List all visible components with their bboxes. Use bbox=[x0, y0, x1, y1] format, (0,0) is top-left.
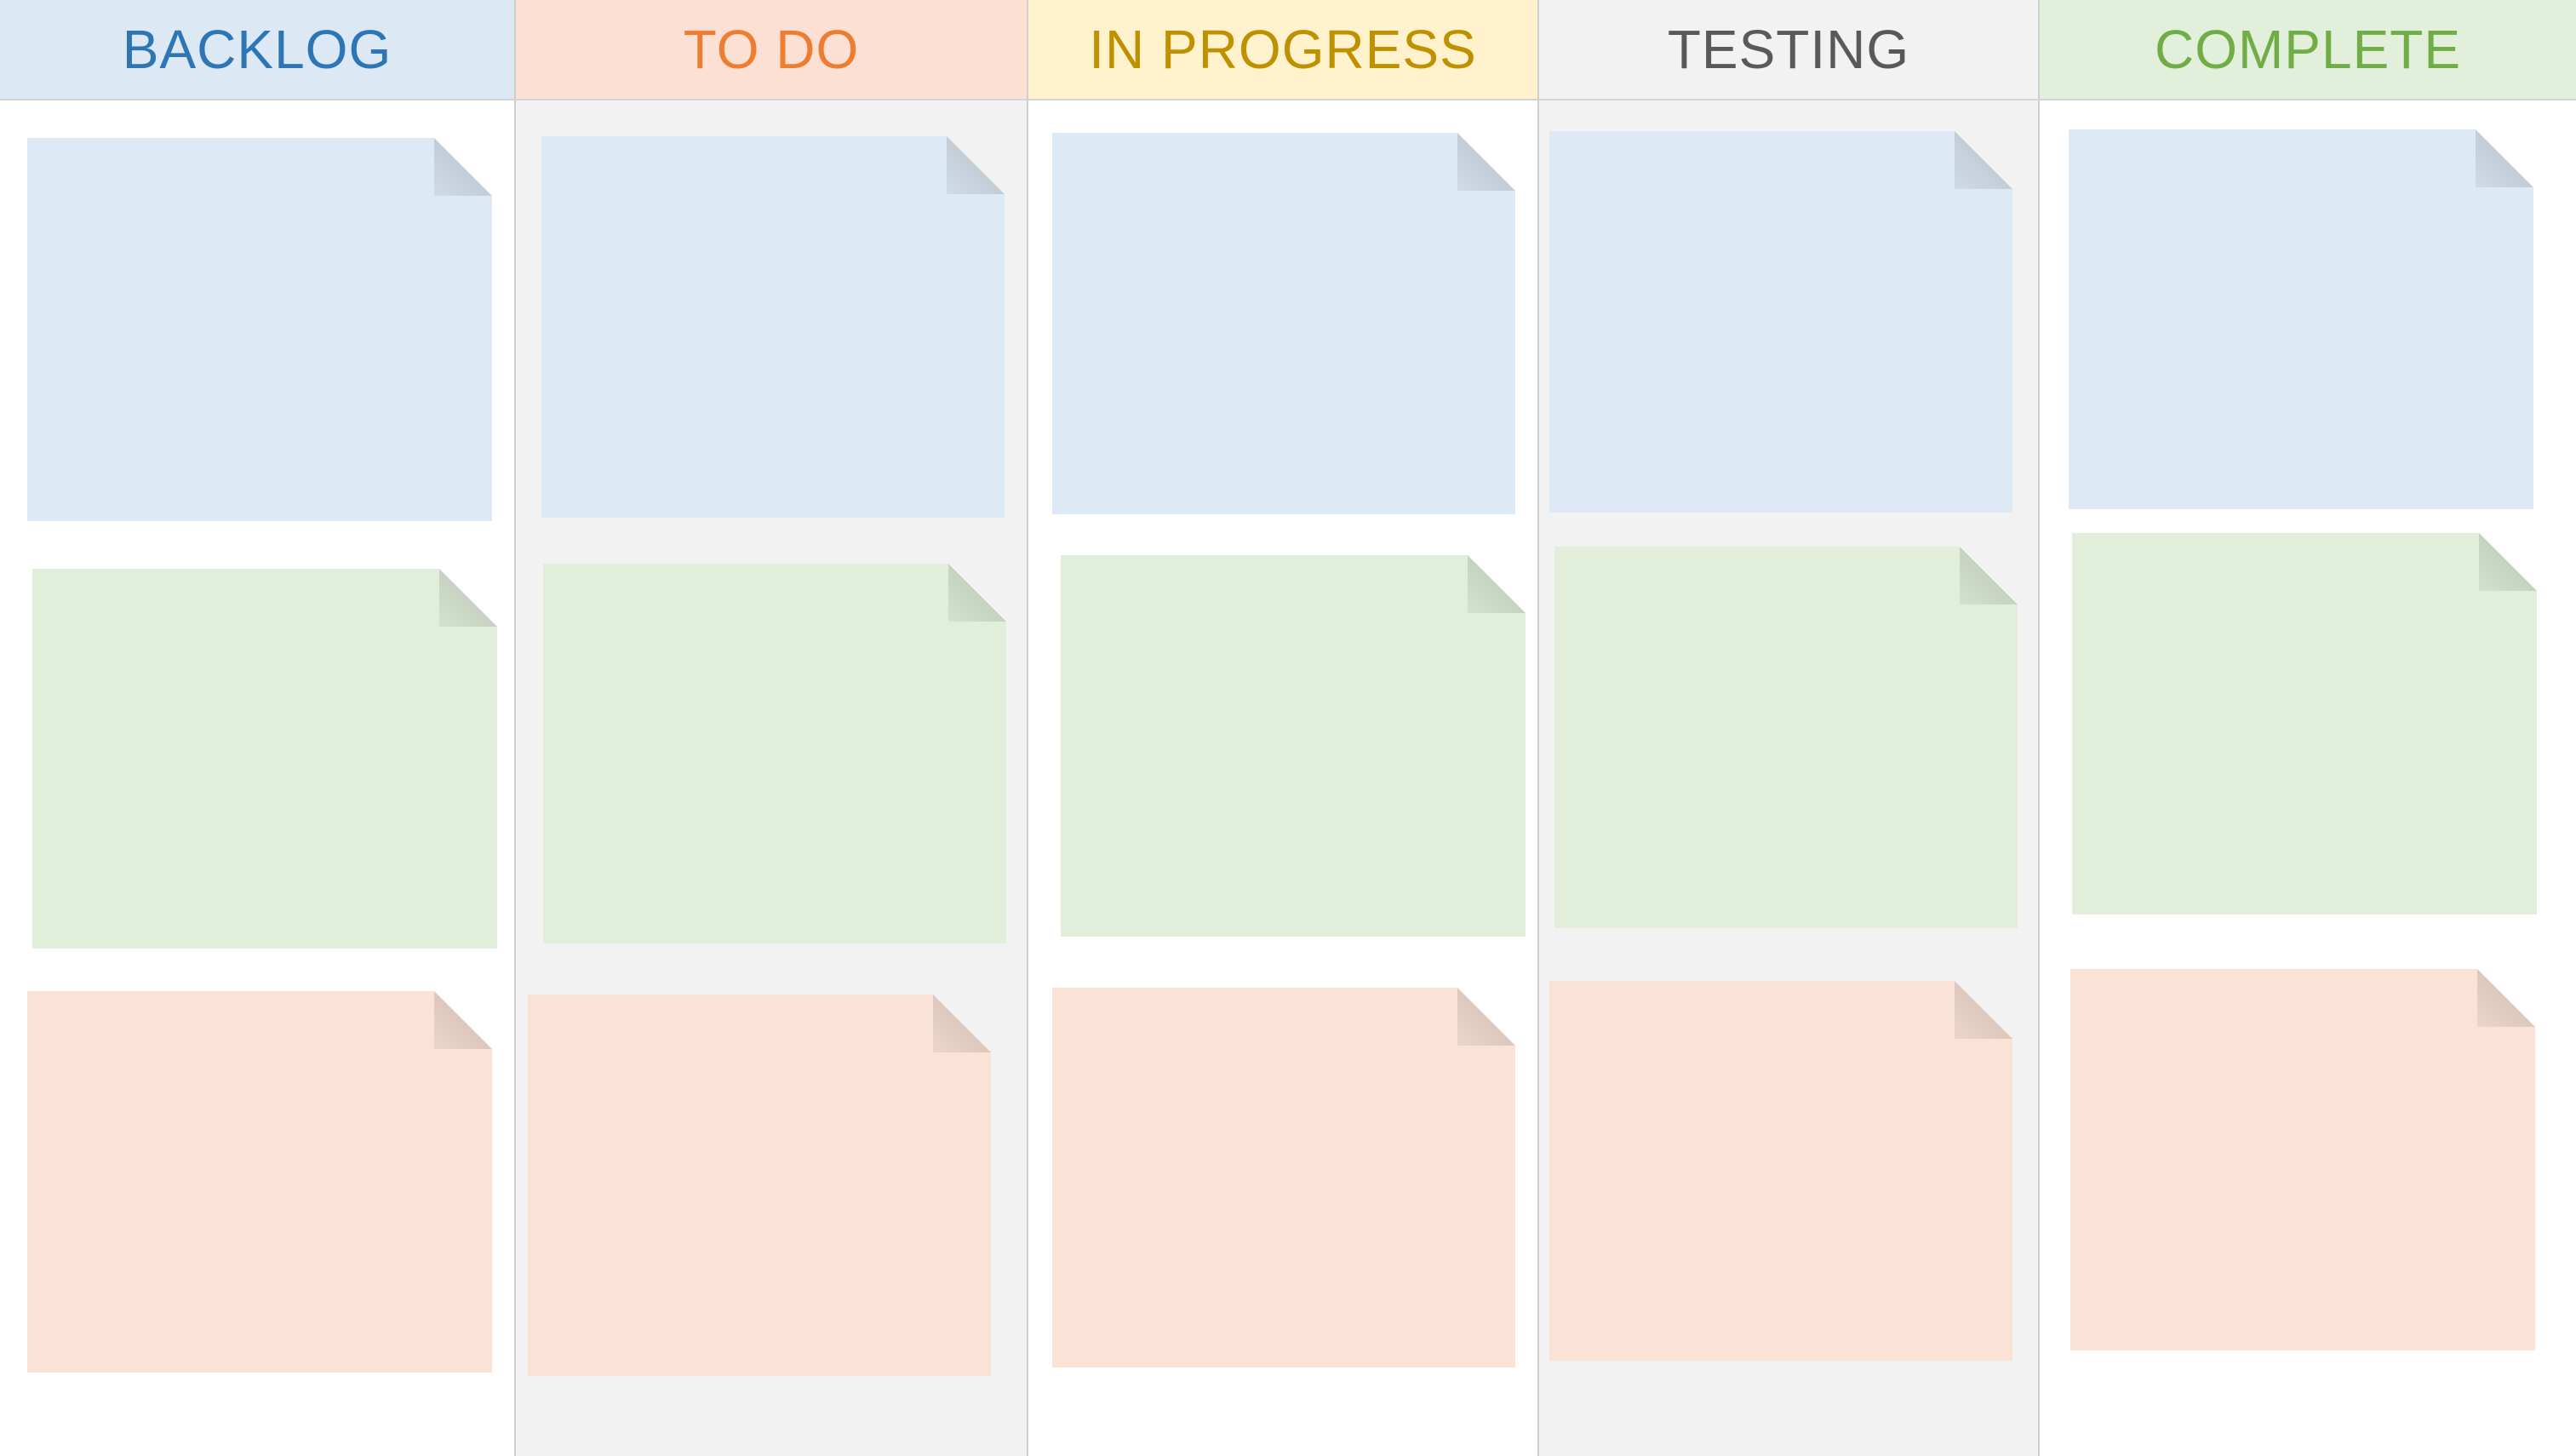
kanban-board: BACKLOG TO DO IN PROGRESS TESTING COMPLE… bbox=[0, 0, 2576, 1456]
sticky-note-backlog-2[interactable] bbox=[32, 569, 497, 949]
column-header-backlog: BACKLOG bbox=[0, 0, 514, 100]
column-header-in-progress: IN PROGRESS bbox=[1028, 0, 1537, 100]
sticky-note-complete-3[interactable] bbox=[2070, 969, 2535, 1350]
column-header-testing: TESTING bbox=[1539, 0, 2038, 100]
sticky-note-in-progress-3[interactable] bbox=[1052, 988, 1515, 1367]
sticky-note-to-do-1[interactable] bbox=[541, 136, 1005, 518]
sticky-note-in-progress-2[interactable] bbox=[1061, 555, 1526, 937]
sticky-note-testing-1[interactable] bbox=[1549, 131, 2012, 513]
column-title-testing: TESTING bbox=[1667, 19, 1910, 80]
sticky-note-complete-1[interactable] bbox=[2069, 129, 2533, 509]
sticky-note-to-do-2[interactable] bbox=[543, 564, 1006, 943]
sticky-note-in-progress-1[interactable] bbox=[1052, 133, 1515, 514]
column-title-complete: COMPLETE bbox=[2154, 19, 2462, 80]
sticky-note-backlog-1[interactable] bbox=[27, 138, 492, 521]
column-title-in-progress: IN PROGRESS bbox=[1089, 19, 1477, 80]
column-title-to-do: TO DO bbox=[683, 19, 860, 80]
column-header-to-do: TO DO bbox=[516, 0, 1027, 100]
sticky-note-to-do-3[interactable] bbox=[528, 995, 991, 1376]
column-header-complete: COMPLETE bbox=[2040, 0, 2576, 100]
sticky-note-testing-3[interactable] bbox=[1549, 981, 2012, 1361]
sticky-note-backlog-3[interactable] bbox=[27, 991, 492, 1373]
sticky-note-testing-2[interactable] bbox=[1554, 547, 2018, 928]
column-title-backlog: BACKLOG bbox=[122, 19, 392, 80]
sticky-note-complete-2[interactable] bbox=[2072, 533, 2537, 914]
